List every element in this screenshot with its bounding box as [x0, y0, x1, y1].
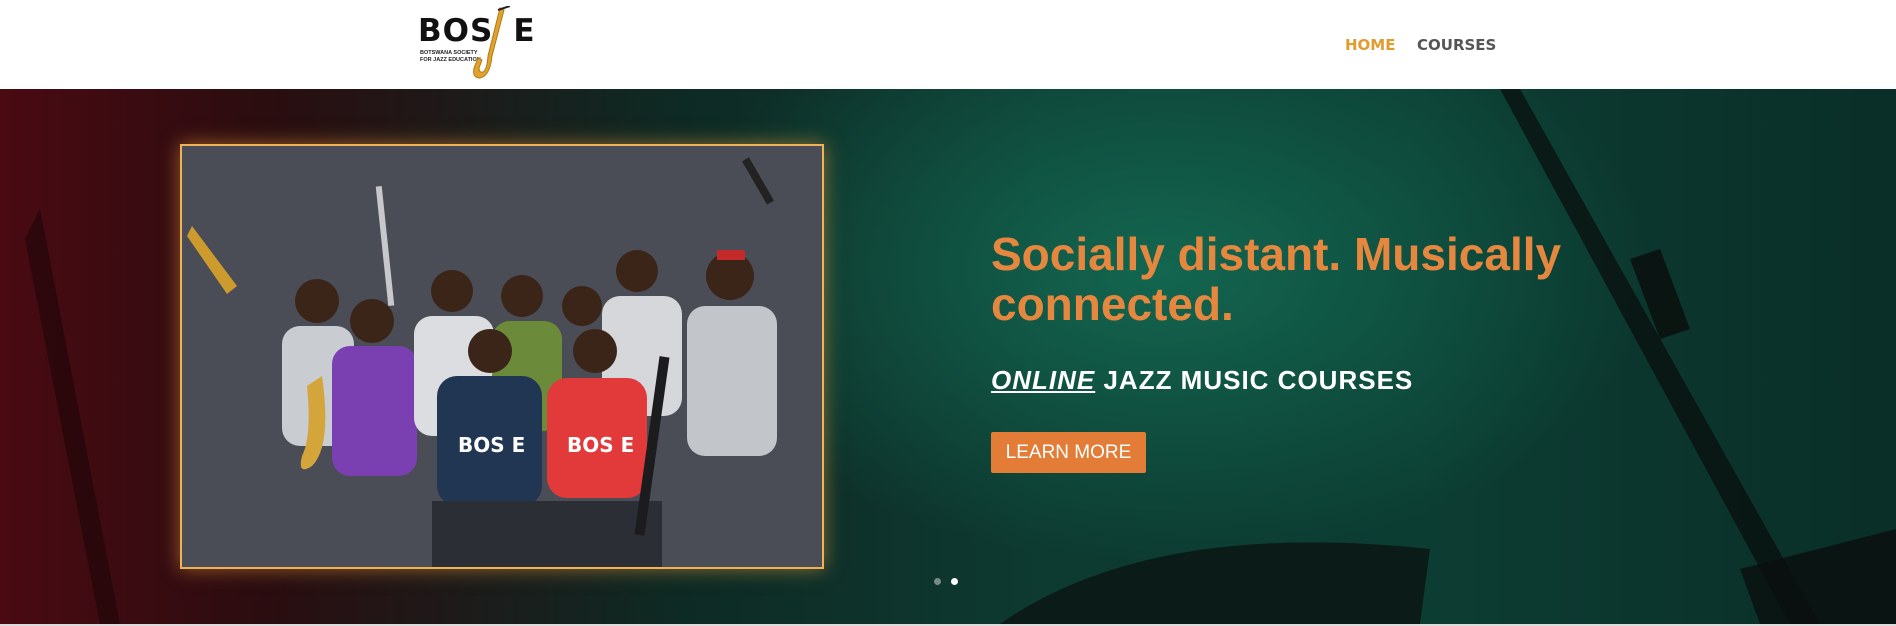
svg-text:BOS E: BOS E	[458, 433, 525, 457]
hero-slider: BOS E BOS E Socially distant. Musically …	[0, 89, 1896, 624]
nav-home[interactable]: HOME	[1345, 36, 1395, 54]
slider-dot-2[interactable]	[951, 578, 958, 585]
hero-subheadline: ONLINE JAZZ MUSIC COURSES	[991, 365, 1413, 396]
subheadline-rest: JAZZ MUSIC COURSES	[1095, 365, 1414, 395]
saxophone-logo-icon	[473, 6, 510, 79]
subheadline-online: ONLINE	[991, 365, 1096, 395]
bosje-logo[interactable]: BOS E BOTSWANA SOCIETY FOR JAZZ EDUCATION	[418, 6, 534, 86]
site-header: BOS E BOTSWANA SOCIETY FOR JAZZ EDUCATION…	[0, 0, 1896, 89]
nav-courses[interactable]: COURSES	[1417, 36, 1496, 54]
band-photo-image: BOS E BOS E	[182, 146, 822, 567]
slider-pagination	[934, 578, 958, 585]
svg-text:BOS E: BOS E	[567, 433, 634, 457]
slider-dot-1[interactable]	[934, 578, 941, 585]
band-photo: BOS E BOS E	[180, 144, 824, 569]
learn-more-button[interactable]: LEARN MORE	[991, 432, 1146, 473]
hero-headline: Socially distant. Musically connected.	[991, 228, 1562, 330]
